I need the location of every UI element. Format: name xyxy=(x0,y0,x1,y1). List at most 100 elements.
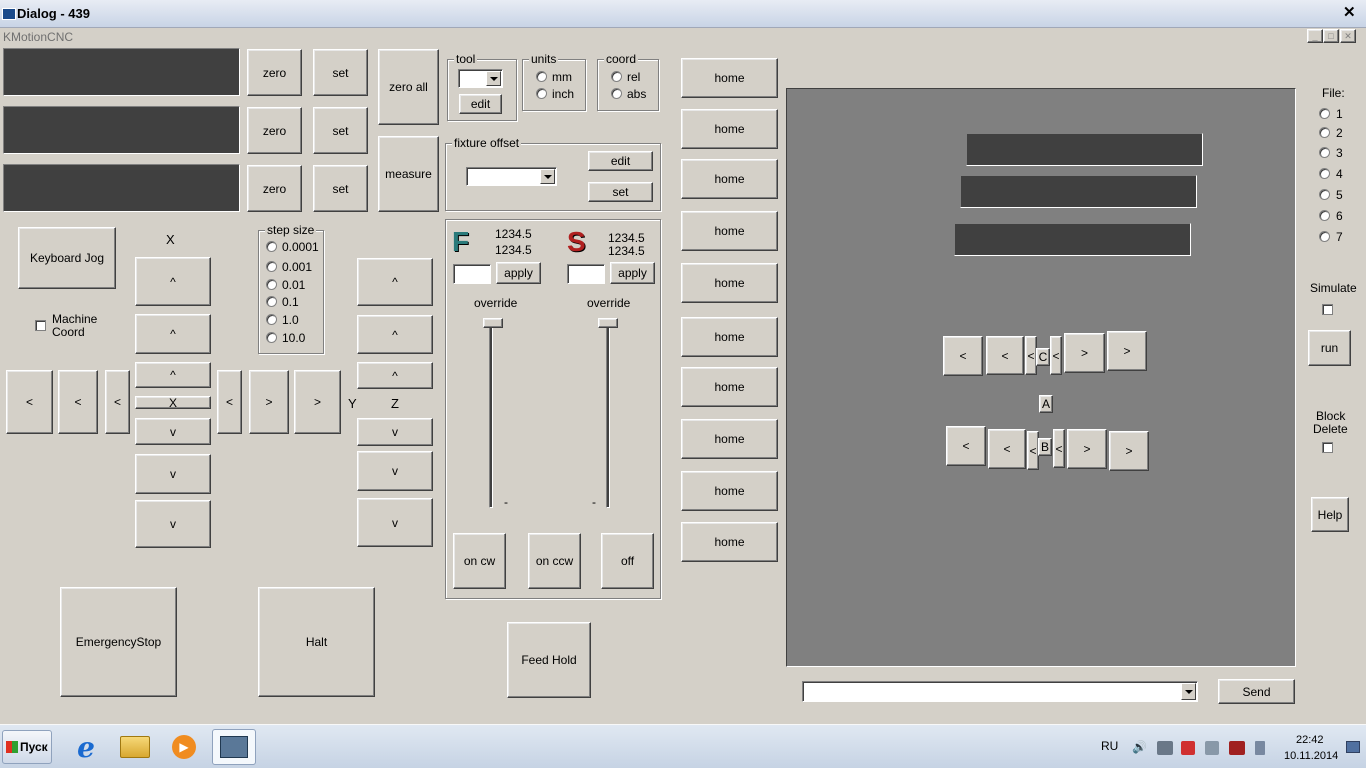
jog-b-minus-2[interactable]: < xyxy=(988,429,1026,469)
language-indicator[interactable]: RU xyxy=(1101,739,1118,753)
file-radio-4[interactable] xyxy=(1319,168,1330,179)
show-desktop-button[interactable] xyxy=(1346,741,1360,753)
file-radio-6[interactable] xyxy=(1319,210,1330,221)
jog-b-plus-1[interactable]: < xyxy=(1053,429,1065,468)
jog-a-stop[interactable]: A xyxy=(1039,395,1053,413)
machine-coord-checkbox[interactable] xyxy=(35,320,46,331)
spindle-rate-input[interactable] xyxy=(567,264,605,284)
file-radio-2[interactable] xyxy=(1319,127,1330,138)
media-player-icon[interactable]: ▶ xyxy=(162,729,206,765)
spindle-on-ccw-button[interactable]: on ccw xyxy=(528,533,581,589)
home-button-4[interactable]: home xyxy=(681,211,778,251)
jog-x-plus-2[interactable]: > xyxy=(249,370,289,434)
home-button-6[interactable]: home xyxy=(681,317,778,357)
mdi-command-input[interactable] xyxy=(802,681,1198,702)
home-button-1[interactable]: home xyxy=(681,58,778,98)
file-radio-7[interactable] xyxy=(1319,231,1330,242)
jog-b-minus-3[interactable]: < xyxy=(946,426,986,466)
jog-b-plus-3[interactable]: > xyxy=(1109,431,1149,471)
jog-z-plus-1[interactable]: ^ xyxy=(357,362,433,389)
file-radio-5[interactable] xyxy=(1319,189,1330,200)
emergency-stop-button[interactable]: EmergencyStop xyxy=(60,587,177,697)
start-button[interactable]: Пуск xyxy=(2,730,52,764)
fixture-set-button[interactable]: set xyxy=(588,182,653,202)
jog-x-plus-1[interactable]: < xyxy=(217,370,242,434)
units-mm-radio[interactable] xyxy=(536,71,547,82)
device-icon[interactable] xyxy=(1205,741,1219,755)
security-icon[interactable] xyxy=(1181,741,1195,755)
jog-c-stop[interactable]: C xyxy=(1036,348,1050,366)
jog-c-plus-1[interactable]: < xyxy=(1050,336,1062,375)
jog-z-minus-2[interactable]: v xyxy=(357,451,433,491)
jog-x-plus-3[interactable]: > xyxy=(294,370,341,434)
home-button-10[interactable]: home xyxy=(681,522,778,562)
close-icon[interactable]: ✕ xyxy=(1343,5,1356,20)
internet-explorer-icon[interactable]: e xyxy=(64,729,108,765)
home-button-8[interactable]: home xyxy=(681,419,778,459)
volume-icon[interactable]: 🔊 xyxy=(1132,740,1148,754)
kmotion-taskbar-icon[interactable] xyxy=(212,729,256,765)
jog-x-stop[interactable]: X xyxy=(135,396,211,409)
zero-x-button[interactable]: zero xyxy=(247,49,302,96)
feed-apply-button[interactable]: apply xyxy=(496,262,541,284)
step-radio-6[interactable] xyxy=(266,332,277,343)
feed-override-slider[interactable] xyxy=(483,318,503,328)
set-y-button[interactable]: set xyxy=(313,107,368,154)
step-radio-2[interactable] xyxy=(266,261,277,272)
spindle-apply-button[interactable]: apply xyxy=(610,262,655,284)
tool-select[interactable] xyxy=(458,69,503,88)
spindle-override-slider[interactable] xyxy=(598,318,618,328)
network-icon[interactable] xyxy=(1157,741,1173,755)
jog-x-minus-1[interactable]: < xyxy=(105,370,130,434)
coord-abs-radio[interactable] xyxy=(611,88,622,99)
help-button[interactable]: Help xyxy=(1311,497,1349,532)
home-button-2[interactable]: home xyxy=(681,109,778,149)
simulate-checkbox[interactable] xyxy=(1322,304,1333,315)
home-button-7[interactable]: home xyxy=(681,367,778,407)
zero-z-button[interactable]: zero xyxy=(247,165,302,212)
jog-c-plus-2[interactable]: > xyxy=(1064,333,1105,373)
explorer-folder-icon[interactable] xyxy=(113,729,157,765)
jog-b-plus-2[interactable]: > xyxy=(1067,429,1107,469)
zero-all-button[interactable]: zero all xyxy=(378,49,439,125)
set-z-button[interactable]: set xyxy=(313,165,368,212)
jog-y-plus-2[interactable]: ^ xyxy=(135,314,211,354)
tool-edit-button[interactable]: edit xyxy=(459,94,502,114)
block-delete-checkbox[interactable] xyxy=(1322,442,1333,453)
speaker-icon[interactable] xyxy=(1255,741,1265,755)
coord-rel-radio[interactable] xyxy=(611,71,622,82)
halt-button[interactable]: Halt xyxy=(258,587,375,697)
minimize-button[interactable]: _ xyxy=(1307,29,1323,43)
spindle-on-cw-button[interactable]: on cw xyxy=(453,533,506,589)
jog-z-minus-1[interactable]: v xyxy=(357,418,433,446)
spindle-off-button[interactable]: off xyxy=(601,533,654,589)
jog-y-minus-1[interactable]: v xyxy=(135,418,211,445)
step-radio-4[interactable] xyxy=(266,296,277,307)
zero-y-button[interactable]: zero xyxy=(247,107,302,154)
step-radio-3[interactable] xyxy=(266,279,277,290)
jog-c-minus-3[interactable]: < xyxy=(943,336,983,376)
network-error-icon[interactable] xyxy=(1229,741,1245,755)
feed-hold-button[interactable]: Feed Hold xyxy=(507,622,591,698)
file-radio-1[interactable] xyxy=(1319,108,1330,119)
run-button[interactable]: run xyxy=(1308,330,1351,366)
file-radio-3[interactable] xyxy=(1319,147,1330,158)
feed-rate-input[interactable] xyxy=(453,264,491,284)
home-button-9[interactable]: home xyxy=(681,471,778,511)
jog-c-plus-3[interactable]: > xyxy=(1107,331,1147,371)
measure-button[interactable]: measure xyxy=(378,136,439,212)
jog-y-minus-2[interactable]: v xyxy=(135,454,211,494)
jog-z-plus-3[interactable]: ^ xyxy=(357,258,433,306)
units-inch-radio[interactable] xyxy=(536,88,547,99)
clock-date[interactable]: 10.11.2014 xyxy=(1284,749,1338,763)
set-x-button[interactable]: set xyxy=(313,49,368,96)
home-button-5[interactable]: home xyxy=(681,263,778,303)
jog-y-plus-1[interactable]: ^ xyxy=(135,362,211,388)
fixture-edit-button[interactable]: edit xyxy=(588,151,653,171)
keyboard-jog-button[interactable]: Keyboard Jog xyxy=(18,227,116,289)
step-radio-1[interactable] xyxy=(266,241,277,252)
close-button[interactable]: ✕ xyxy=(1340,29,1356,43)
jog-z-minus-3[interactable]: v xyxy=(357,498,433,547)
send-button[interactable]: Send xyxy=(1218,679,1295,704)
jog-b-stop[interactable]: B xyxy=(1038,438,1052,456)
